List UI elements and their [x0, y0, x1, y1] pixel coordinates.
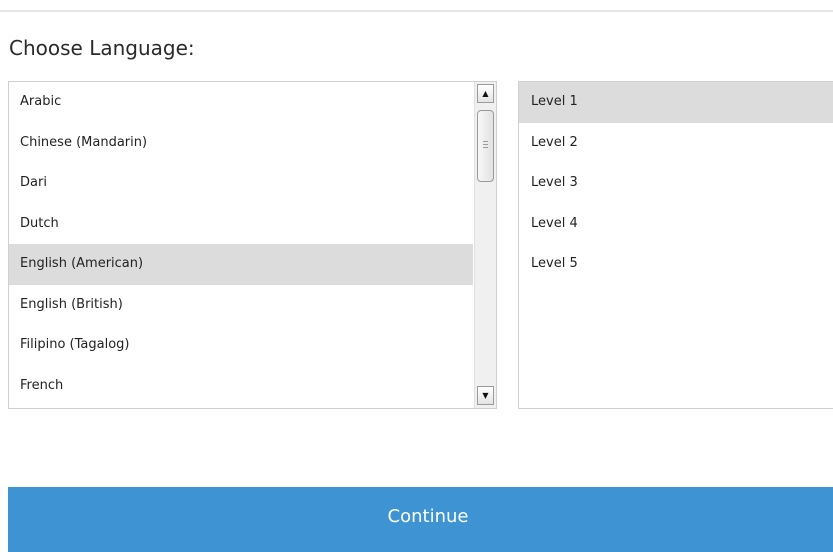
scroll-down-arrow-icon[interactable]: ▼: [477, 386, 494, 405]
language-item-dari[interactable]: Dari: [9, 163, 473, 204]
language-item-english-american[interactable]: English (American): [9, 244, 473, 285]
level-item-2[interactable]: Level 2: [519, 123, 833, 164]
level-listbox[interactable]: Level 1 Level 2 Level 3 Level 4 Level 5: [518, 81, 833, 409]
level-item-4[interactable]: Level 4: [519, 204, 833, 245]
language-list-items: Arabic Chinese (Mandarin) Dari Dutch Eng…: [9, 82, 473, 408]
scrollbar-grip-icon: [483, 141, 488, 149]
scrollbar-thumb[interactable]: [477, 110, 494, 182]
language-item-french[interactable]: French: [9, 366, 473, 407]
language-item-english-british[interactable]: English (British): [9, 285, 473, 326]
continue-button[interactable]: Continue: [8, 487, 833, 552]
level-item-5[interactable]: Level 5: [519, 244, 833, 285]
top-divider: [0, 10, 833, 12]
scrollbar-track[interactable]: [477, 106, 494, 384]
page-title: Choose Language:: [9, 36, 195, 60]
language-item-dutch[interactable]: Dutch: [9, 204, 473, 245]
language-item-filipino-tagalog[interactable]: Filipino (Tagalog): [9, 325, 473, 366]
level-item-3[interactable]: Level 3: [519, 163, 833, 204]
language-listbox[interactable]: Arabic Chinese (Mandarin) Dari Dutch Eng…: [8, 81, 497, 409]
language-item-chinese-mandarin[interactable]: Chinese (Mandarin): [9, 123, 473, 164]
language-scrollbar[interactable]: ▲ ▼: [474, 82, 496, 408]
level-item-1[interactable]: Level 1: [519, 82, 833, 123]
scroll-up-arrow-icon[interactable]: ▲: [477, 84, 494, 103]
language-item-arabic[interactable]: Arabic: [9, 82, 473, 123]
